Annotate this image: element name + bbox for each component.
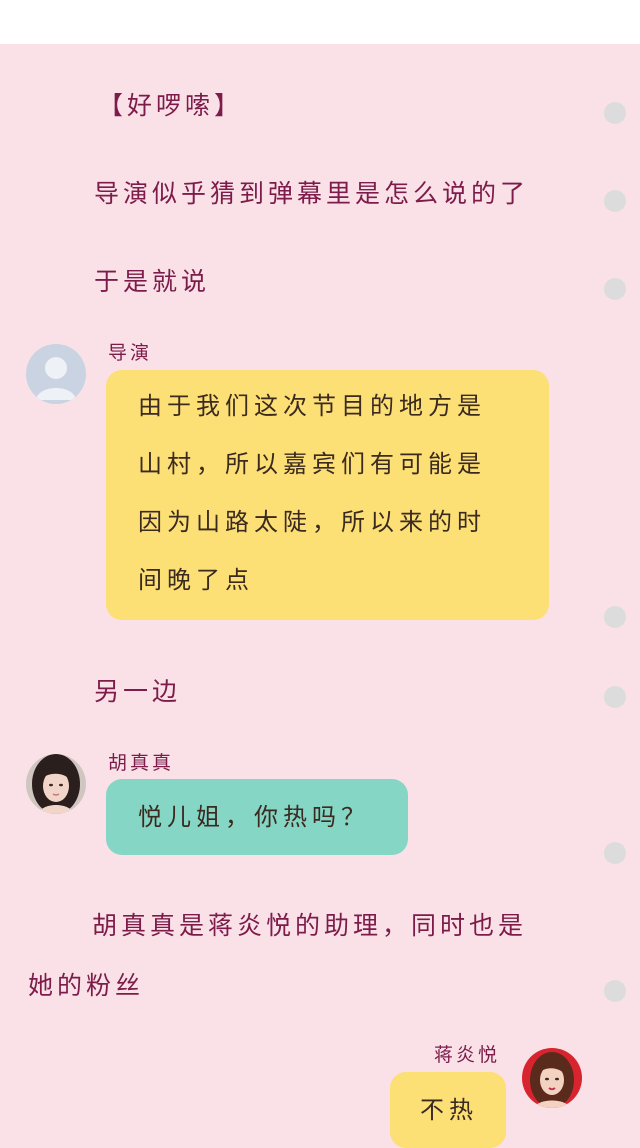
message-text: 悦儿姐，你热吗？	[138, 803, 370, 831]
profile-photo	[522, 1048, 582, 1108]
avatar[interactable]	[26, 754, 86, 814]
message-text-line: 间晚了点	[138, 566, 254, 594]
binder-hole	[604, 102, 626, 124]
avatar[interactable]	[26, 344, 86, 404]
profile-photo	[26, 754, 86, 814]
avatar[interactable]	[522, 1048, 582, 1108]
message-bubble: 由于我们这次节目的地方是 山村，所以嘉宾们有可能是 因为山路太陡，所以来的时 间…	[106, 370, 549, 620]
top-bar	[0, 0, 640, 44]
narration-line: 胡真真是蒋炎悦的助理，同时也是	[92, 911, 528, 940]
speaker-name: 蒋炎悦	[434, 1044, 501, 1066]
narration-line: 【好啰嗦】	[98, 91, 244, 120]
binder-hole	[604, 190, 626, 212]
binder-hole	[604, 686, 626, 708]
narration-line: 另一边	[94, 677, 182, 706]
message-text-line: 由于我们这次节目的地方是	[138, 392, 486, 420]
binder-hole	[604, 606, 626, 628]
message-bubble: 悦儿姐，你热吗？	[106, 779, 408, 855]
speaker-name: 导演	[108, 342, 153, 364]
binder-hole	[604, 980, 626, 1002]
narration-line: 她的粉丝	[28, 971, 145, 1000]
message-text-line: 山村，所以嘉宾们有可能是	[138, 450, 486, 478]
message-text-line: 因为山路太陡，所以来的时	[138, 508, 486, 536]
person-silhouette-icon	[36, 357, 76, 400]
binder-hole	[604, 278, 626, 300]
binder-hole	[604, 842, 626, 864]
message-bubble: 不热	[390, 1072, 506, 1148]
narration-line: 导演似乎猜到弹幕里是怎么说的了	[94, 179, 530, 208]
narration-line: 于是就说	[94, 267, 211, 296]
message-text: 不热	[420, 1096, 478, 1124]
speaker-name: 胡真真	[108, 752, 175, 774]
